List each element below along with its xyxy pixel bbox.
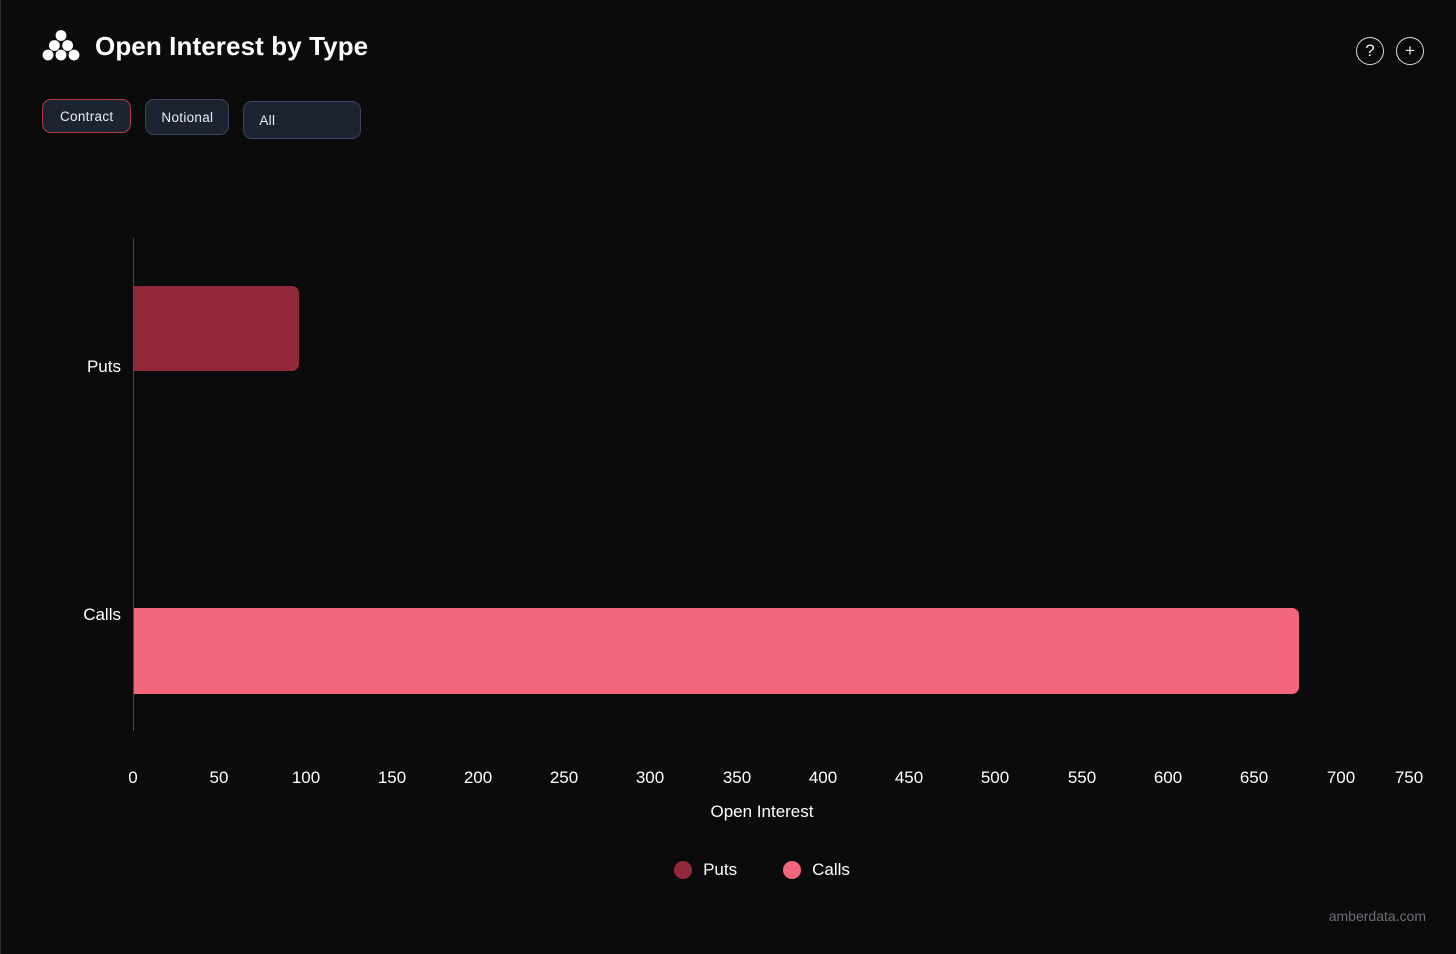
x-axis-tick: 0 xyxy=(128,768,138,787)
x-axis-tick: 150 xyxy=(377,768,407,787)
chart-panel: Open Interest by Type ? + Contract Notio… xyxy=(0,0,1456,954)
bar-chart: Puts Calls 0 50 100 150 200 250 300 350 … xyxy=(1,0,1456,954)
header-actions: ? + xyxy=(1356,37,1424,65)
legend-item-calls[interactable]: Calls xyxy=(783,860,850,880)
amberdata-pyramid-logo-icon xyxy=(41,26,81,66)
x-axis-tick: 700 xyxy=(1326,768,1356,787)
y-axis-tick-puts: Puts xyxy=(86,357,121,376)
x-axis-tick: 100 xyxy=(291,768,321,787)
x-axis-tick: 550 xyxy=(1067,768,1097,787)
add-icon[interactable]: + xyxy=(1396,37,1424,65)
x-axis-tick: 600 xyxy=(1153,768,1183,787)
x-axis-tick: 250 xyxy=(549,768,579,787)
x-axis-tick: 450 xyxy=(894,768,924,787)
toggle-contract-label: Contract xyxy=(60,108,114,124)
x-axis-tick: 750 xyxy=(1394,768,1424,787)
y-axis-tick-calls: Calls xyxy=(83,605,121,624)
help-icon-glyph: ? xyxy=(1365,40,1375,60)
add-icon-glyph: + xyxy=(1405,40,1415,60)
toggle-contract[interactable]: Contract xyxy=(42,99,132,133)
x-axis-tick: 500 xyxy=(980,768,1010,787)
chart-legend: Puts Calls xyxy=(67,860,1456,880)
legend-label-puts: Puts xyxy=(703,860,738,879)
legend-item-puts[interactable]: Puts xyxy=(674,860,737,880)
x-axis-tick: 300 xyxy=(635,768,665,787)
unit-toggle-group: Contract Notional All xyxy=(42,99,362,139)
toggle-all-label: All xyxy=(259,112,276,128)
legend-swatch-calls-icon xyxy=(783,861,802,879)
x-axis-tick: 350 xyxy=(722,768,752,787)
x-axis-tick: 50 xyxy=(209,768,229,787)
panel-header: Open Interest by Type xyxy=(41,26,368,66)
help-icon[interactable]: ? xyxy=(1356,37,1384,65)
legend-label-calls: Calls xyxy=(812,860,850,879)
toggle-notional[interactable]: Notional xyxy=(145,99,230,135)
bar-puts[interactable] xyxy=(134,286,299,371)
x-axis-tick: 200 xyxy=(463,768,493,787)
x-axis-tick: 650 xyxy=(1239,768,1269,787)
y-axis-line xyxy=(133,238,134,731)
toggle-all[interactable]: All xyxy=(243,101,362,139)
bar-calls[interactable] xyxy=(134,608,1299,694)
x-axis-title: Open Interest xyxy=(1,802,1456,822)
legend-swatch-puts-icon xyxy=(674,861,693,879)
page-title: Open Interest by Type xyxy=(95,30,369,61)
watermark: amberdata.com xyxy=(1328,908,1426,924)
x-axis-tick: 400 xyxy=(808,768,838,787)
x-axis-title-text: Open Interest xyxy=(710,802,814,821)
toggle-notional-label: Notional xyxy=(161,109,214,125)
